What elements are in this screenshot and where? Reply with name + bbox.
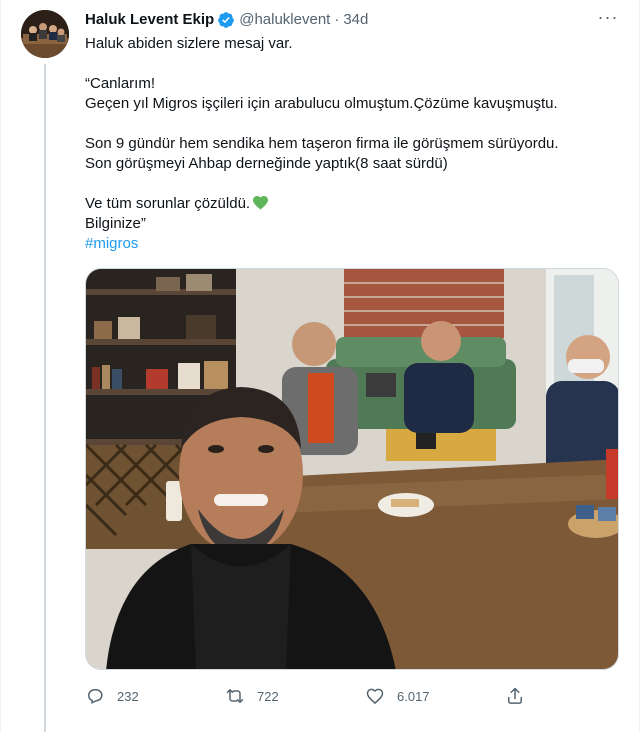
tweet-photo[interactable]	[85, 268, 619, 670]
heart-icon	[366, 688, 384, 705]
reply-icon	[87, 689, 103, 704]
retweet-button[interactable]: 722	[225, 686, 365, 706]
tweet-line-with-emoji: Ve tüm sorunlar çözüldü.	[85, 194, 623, 214]
tweet-line: “Canlarım!	[85, 75, 156, 92]
reply-button[interactable]: 232	[85, 686, 225, 706]
avatar[interactable]	[21, 10, 69, 58]
thread-line	[44, 64, 46, 732]
tweet-line: Geçen yıl Migros işçileri için arabulucu…	[85, 95, 558, 112]
share-button[interactable]	[505, 686, 545, 706]
like-button[interactable]: 6.017	[365, 686, 505, 706]
tweet-time[interactable]: 34d	[343, 10, 368, 30]
green-heart-emoji	[253, 196, 269, 210]
tweet-actions: 232 722 6.017	[85, 681, 555, 711]
share-icon	[508, 687, 522, 704]
verified-badge-icon	[218, 12, 235, 28]
tweet-line: Son 9 gündür hem sendika hem taşeron fir…	[85, 135, 559, 152]
retweet-icon	[226, 689, 244, 703]
tweet-line: Haluk abiden sizlere mesaj var.	[85, 35, 293, 52]
tweet-line: Son görüşmeyi Ahbap derneğinde yaptık(8 …	[85, 155, 448, 172]
retweet-count: 722	[257, 688, 279, 704]
tweet-content: Haluk Levent Ekip @haluklevent · 34d ···…	[85, 8, 623, 711]
tweet-line: Ve tüm sorunlar çözüldü.	[85, 195, 251, 212]
author-name[interactable]: Haluk Levent Ekip	[85, 10, 214, 30]
tweet-header: Haluk Levent Ekip @haluklevent · 34d ···	[85, 8, 623, 30]
tweet-text: Haluk abiden sizlere mesaj var. “Canları…	[85, 34, 623, 254]
reply-count: 232	[117, 688, 139, 704]
separator-dot: ·	[334, 11, 340, 28]
more-options-icon[interactable]: ···	[597, 8, 619, 30]
tweet-line: Bilginize”	[85, 215, 146, 232]
like-count: 6.017	[397, 688, 430, 704]
tweet-card[interactable]: Haluk Levent Ekip @haluklevent · 34d ···…	[0, 0, 640, 732]
author-handle[interactable]: @haluklevent	[239, 10, 330, 30]
hashtag-link[interactable]: #migros	[85, 235, 138, 252]
